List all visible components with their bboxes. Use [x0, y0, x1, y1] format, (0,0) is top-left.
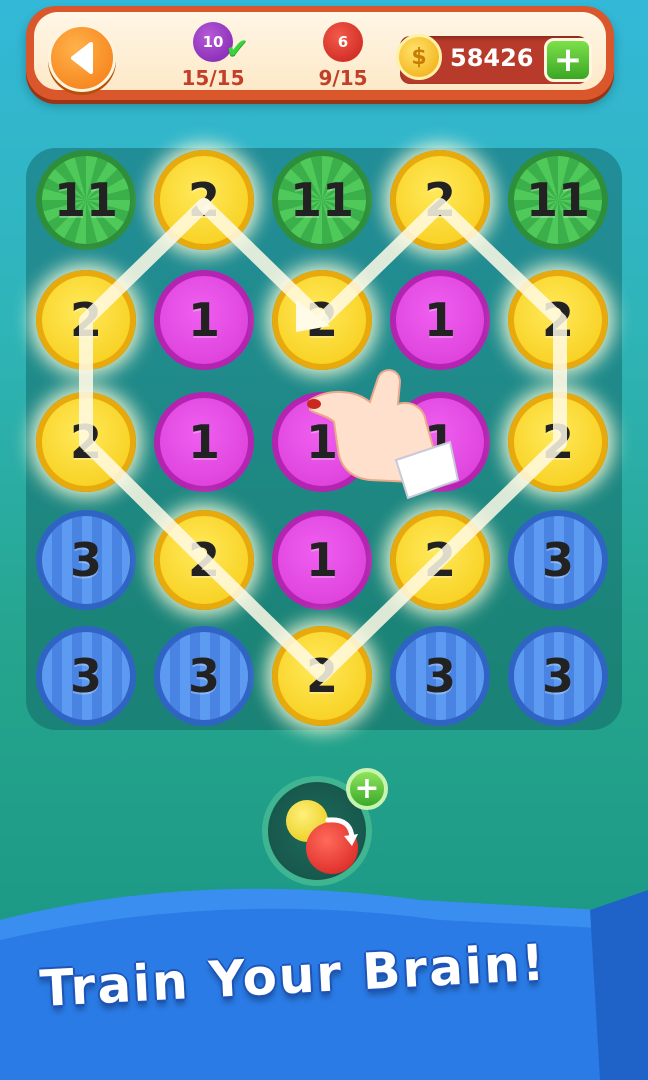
tile-3[interactable]: 3	[508, 626, 608, 726]
tile-11[interactable]: 11	[508, 150, 608, 250]
tile-number: 1	[305, 533, 338, 587]
goal-count: 9/15	[318, 66, 368, 90]
tile-1[interactable]: 1	[272, 510, 372, 610]
swap-arrow-icon	[325, 817, 358, 846]
tile-2[interactable]: 2	[390, 510, 490, 610]
tile-3[interactable]: 3	[36, 626, 136, 726]
tile-2[interactable]: 2	[154, 150, 254, 250]
tile-number: 2	[187, 533, 220, 587]
tile-number: 2	[187, 173, 220, 227]
tile-3[interactable]: 3	[508, 510, 608, 610]
tile-11[interactable]: 11	[272, 150, 372, 250]
goal-6: 6 9/15	[298, 22, 388, 90]
coin-counter: $ 58426 +	[396, 34, 592, 84]
tile-1[interactable]: 1	[154, 270, 254, 370]
arrow-left-icon	[71, 42, 93, 74]
goal-ball-10: 10 ✔	[193, 22, 249, 65]
goal-value: 6	[337, 33, 349, 51]
tile-number: 3	[423, 649, 456, 703]
tile-number: 2	[541, 293, 574, 347]
coin-icon: $	[396, 34, 442, 80]
tile-number: 2	[423, 173, 456, 227]
tile-number: 3	[69, 649, 102, 703]
add-powerup-button[interactable]: +	[346, 768, 388, 810]
tile-number: 2	[423, 533, 456, 587]
tile-number: 11	[525, 173, 590, 227]
tile-2[interactable]: 2	[36, 270, 136, 370]
tile-number: 2	[541, 415, 574, 469]
tile-2[interactable]: 2	[272, 626, 372, 726]
goal-count: 15/15	[181, 66, 245, 90]
tile-3[interactable]: 3	[154, 626, 254, 726]
tile-2[interactable]: 2	[154, 510, 254, 610]
tile-number: 11	[289, 173, 354, 227]
goal-ball-6: 6	[323, 22, 363, 62]
tile-number: 2	[305, 649, 338, 703]
goal-value: 10	[202, 33, 224, 51]
tile-number: 3	[69, 533, 102, 587]
tile-2[interactable]: 2	[36, 392, 136, 492]
tile-number: 1	[187, 293, 220, 347]
tile-number: 2	[69, 293, 102, 347]
tile-11[interactable]: 11	[36, 150, 136, 250]
tile-1[interactable]: 1	[154, 392, 254, 492]
back-button[interactable]	[48, 24, 116, 92]
coin-value: 58426	[450, 44, 534, 72]
tile-number: 3	[187, 649, 220, 703]
tile-2[interactable]: 2	[390, 150, 490, 250]
tile-number: 3	[541, 533, 574, 587]
check-icon: ✔	[225, 32, 249, 65]
tile-number: 3	[541, 649, 574, 703]
tile-number: 2	[69, 415, 102, 469]
goal-10: 10 ✔ 15/15	[168, 22, 258, 90]
tile-number: 1	[187, 415, 220, 469]
tile-3[interactable]: 3	[390, 626, 490, 726]
add-coins-button[interactable]: +	[544, 38, 592, 82]
tile-number: 11	[53, 173, 118, 227]
top-bar: 10 ✔ 15/15 6 9/15 $ 58426 +	[26, 6, 614, 100]
tile-2[interactable]: 2	[508, 392, 608, 492]
pointing-hand-icon	[307, 369, 460, 500]
tile-2[interactable]: 2	[508, 270, 608, 370]
tile-3[interactable]: 3	[36, 510, 136, 610]
